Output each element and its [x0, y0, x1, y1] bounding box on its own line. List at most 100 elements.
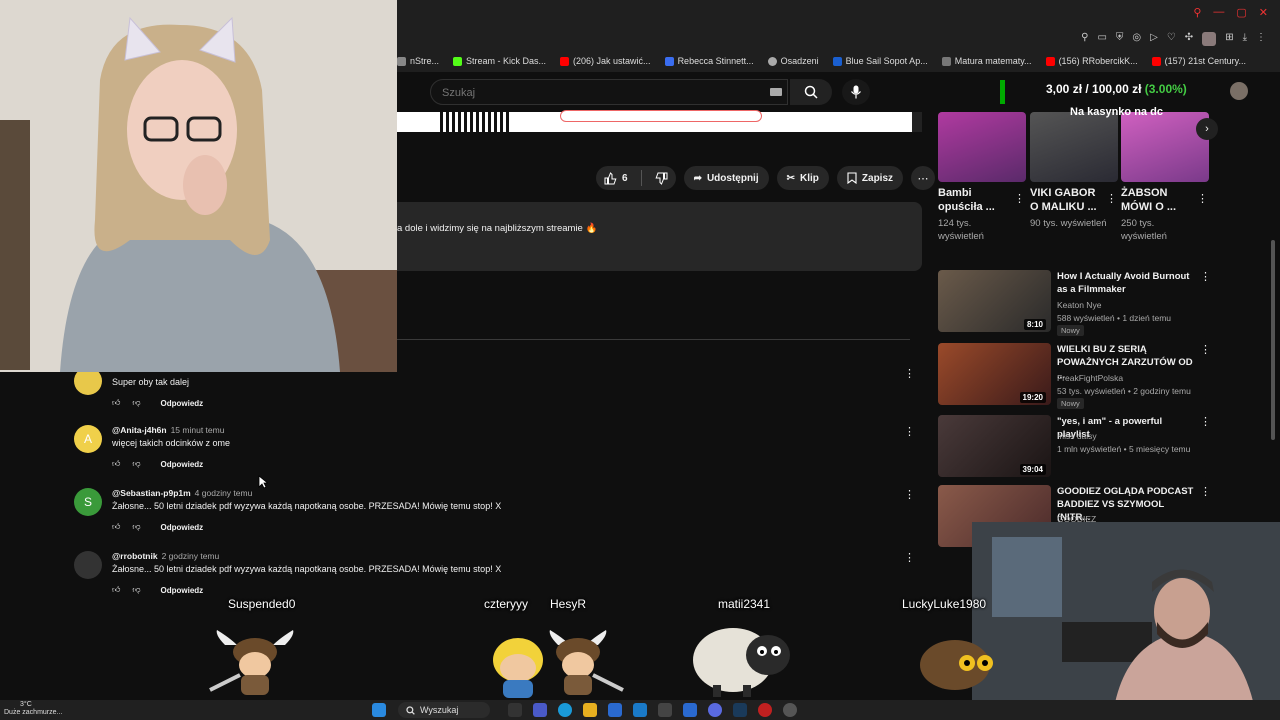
app-icon[interactable] — [683, 703, 697, 717]
video-menu-icon[interactable]: ⋮ — [1200, 270, 1211, 283]
search-icon[interactable]: ⚲ — [1193, 6, 1201, 19]
bookmark-item[interactable]: nStre... — [397, 56, 439, 66]
short-menu-icon[interactable]: ⋮ — [1106, 192, 1117, 205]
bookmark-item[interactable]: Blue Sail Sopot Ap... — [832, 56, 928, 66]
edge-icon[interactable] — [558, 703, 572, 717]
comment-time[interactable]: 15 minut temu — [171, 425, 225, 435]
dislike-button[interactable] — [647, 166, 676, 190]
thumbs-up-icon[interactable]: 👍︎ — [112, 522, 120, 532]
close-icon[interactable]: ✕ — [1259, 6, 1268, 19]
app-icon[interactable] — [658, 703, 672, 717]
bookmark-item[interactable]: (157) 21st Century... — [1151, 56, 1246, 66]
bookmark-item[interactable]: (156) RRobercikK... — [1045, 56, 1138, 66]
discord-icon[interactable] — [708, 703, 722, 717]
mail-icon[interactable] — [633, 703, 647, 717]
reply-button[interactable]: Odpowiedz — [161, 460, 204, 469]
task-view-icon[interactable] — [508, 703, 522, 717]
thumbs-up-icon[interactable]: 👍︎ — [112, 459, 120, 469]
clip-button[interactable]: ✂ Klip — [776, 166, 829, 190]
account-avatar[interactable] — [1230, 82, 1248, 100]
store-icon[interactable] — [608, 703, 622, 717]
search-input[interactable] — [440, 86, 744, 100]
avatar[interactable]: S — [74, 488, 102, 516]
voice-search-button[interactable] — [842, 79, 870, 105]
recommended-video[interactable]: 39:04 "yes, i am" - a powerful playlist … — [938, 415, 1211, 481]
comment-menu-icon[interactable]: ⋮ — [904, 425, 915, 438]
video-menu-icon[interactable]: ⋮ — [1200, 485, 1211, 498]
share-button[interactable]: ➦ Udostępnij — [683, 166, 769, 190]
comment-menu-icon[interactable]: ⋮ — [904, 367, 915, 380]
thumbs-down-icon[interactable]: 👎︎ — [132, 398, 140, 408]
heart-icon[interactable]: ♡ — [1167, 32, 1176, 46]
shorts-next-button[interactable]: › — [1196, 118, 1218, 140]
play-icon[interactable]: ▷ — [1150, 32, 1158, 46]
avatar[interactable] — [74, 551, 102, 579]
keyboard-icon[interactable] — [770, 88, 782, 96]
thumbs-down-icon[interactable]: 👎︎ — [132, 585, 140, 595]
shield-icon[interactable]: ⛨ — [1116, 32, 1124, 46]
recommended-video[interactable]: 19:20 WIELKI BU Z SERIĄ POWAŻNYCH ZARZUT… — [938, 343, 1211, 409]
video-description[interactable] — [397, 202, 922, 271]
streamer-webcam — [0, 0, 397, 372]
menu-icon[interactable]: ⋮ — [1256, 32, 1266, 46]
settings-icon[interactable] — [783, 703, 797, 717]
video-menu-icon[interactable]: ⋮ — [1200, 415, 1211, 428]
bookmark-item[interactable]: Matura matematy... — [941, 56, 1032, 66]
thumbs-down-icon[interactable]: 👎︎ — [132, 522, 140, 532]
more-actions-button[interactable]: ⋯ — [911, 166, 936, 190]
comment-time[interactable]: 2 godziny temu — [162, 551, 220, 561]
download-icon[interactable]: ⤓ — [1243, 32, 1247, 46]
bookmark-icon[interactable]: ▭ — [1097, 32, 1106, 46]
profile-icon[interactable] — [1202, 32, 1217, 46]
short-menu-icon[interactable]: ⋮ — [1014, 192, 1025, 205]
short-menu-icon[interactable]: ⋮ — [1197, 192, 1208, 205]
grid-icon[interactable]: ⊞ — [1225, 32, 1233, 46]
short-thumbnail — [938, 112, 1026, 182]
reply-button[interactable]: Odpowiedz — [161, 586, 204, 595]
bookmark-item[interactable]: Stream - Kick Das... — [453, 56, 546, 66]
comment-author[interactable]: @rrobotnik — [112, 551, 158, 561]
puzzle-icon[interactable]: ✣ — [1185, 32, 1193, 46]
comment-author[interactable]: @Sebastian-p9p1m — [112, 488, 191, 498]
bookmark-item[interactable]: (206) Jak ustawić... — [560, 56, 651, 66]
bookmark-item[interactable]: Rebecca Stinnett... — [664, 56, 754, 66]
like-button[interactable]: 6 — [596, 166, 636, 190]
channel-name[interactable]: Keaton Nye — [1057, 300, 1101, 310]
steam-icon[interactable] — [733, 703, 747, 717]
reply-button[interactable]: Odpowiedz — [161, 523, 204, 532]
thumbs-down-icon[interactable]: 👎︎ — [132, 459, 140, 469]
reply-button[interactable]: Odpowiedz — [161, 399, 204, 408]
search-box[interactable] — [430, 79, 788, 105]
recommended-video[interactable]: 8:10 How I Actually Avoid Burnout as a F… — [938, 270, 1211, 336]
channel-name[interactable]: miss daisy — [1057, 431, 1097, 441]
comment-menu-icon[interactable]: ⋮ — [904, 488, 915, 501]
weather-widget[interactable]: 3°C Duże zachmurze... — [4, 701, 62, 717]
save-button[interactable]: Zapisz — [836, 166, 904, 190]
short-item[interactable]: VIKI GABOR O MALIKU ... 90 tys. wyświetl… — [1030, 112, 1118, 229]
comment-menu-icon[interactable]: ⋮ — [904, 551, 915, 564]
teams-icon[interactable] — [533, 703, 547, 717]
maximize-icon[interactable]: ▢ — [1236, 6, 1246, 19]
chevron-right-icon: › — [1205, 123, 1209, 135]
avatar[interactable]: A — [74, 425, 102, 453]
bookmark-item[interactable]: Osadzeni — [767, 56, 819, 66]
scrollbar[interactable] — [1271, 240, 1275, 440]
taskbar-search[interactable]: Wyszukaj — [398, 702, 490, 718]
comment-author[interactable]: @Anita-j4h6n — [112, 425, 167, 435]
short-item[interactable]: ŻABSON MÓWI O ... 250 tys. wyświetleń ⋮ — [1121, 112, 1209, 242]
thumbs-up-icon[interactable]: 👍︎ — [112, 398, 120, 408]
start-icon[interactable] — [372, 703, 386, 717]
bookmark-icon — [397, 56, 406, 66]
short-item[interactable]: Bambi opuściła ... 124 tys. wyświetleń ⋮ — [938, 112, 1026, 242]
viewer-name: LuckyLuke1980 — [902, 597, 987, 611]
comment-time[interactable]: 4 godziny temu — [195, 488, 253, 498]
video-menu-icon[interactable]: ⋮ — [1200, 343, 1211, 356]
search-button[interactable] — [790, 79, 832, 105]
thumbs-up-icon[interactable]: 👍︎ — [112, 585, 120, 595]
folder-icon[interactable] — [583, 703, 597, 717]
minimize-icon[interactable]: — — [1213, 6, 1224, 19]
opera-icon[interactable] — [758, 703, 772, 717]
compass-icon[interactable]: ◎ — [1132, 32, 1141, 46]
channel-name[interactable]: FreakFightPolska — [1057, 373, 1123, 383]
pin-icon[interactable]: ⚲ — [1081, 32, 1088, 46]
